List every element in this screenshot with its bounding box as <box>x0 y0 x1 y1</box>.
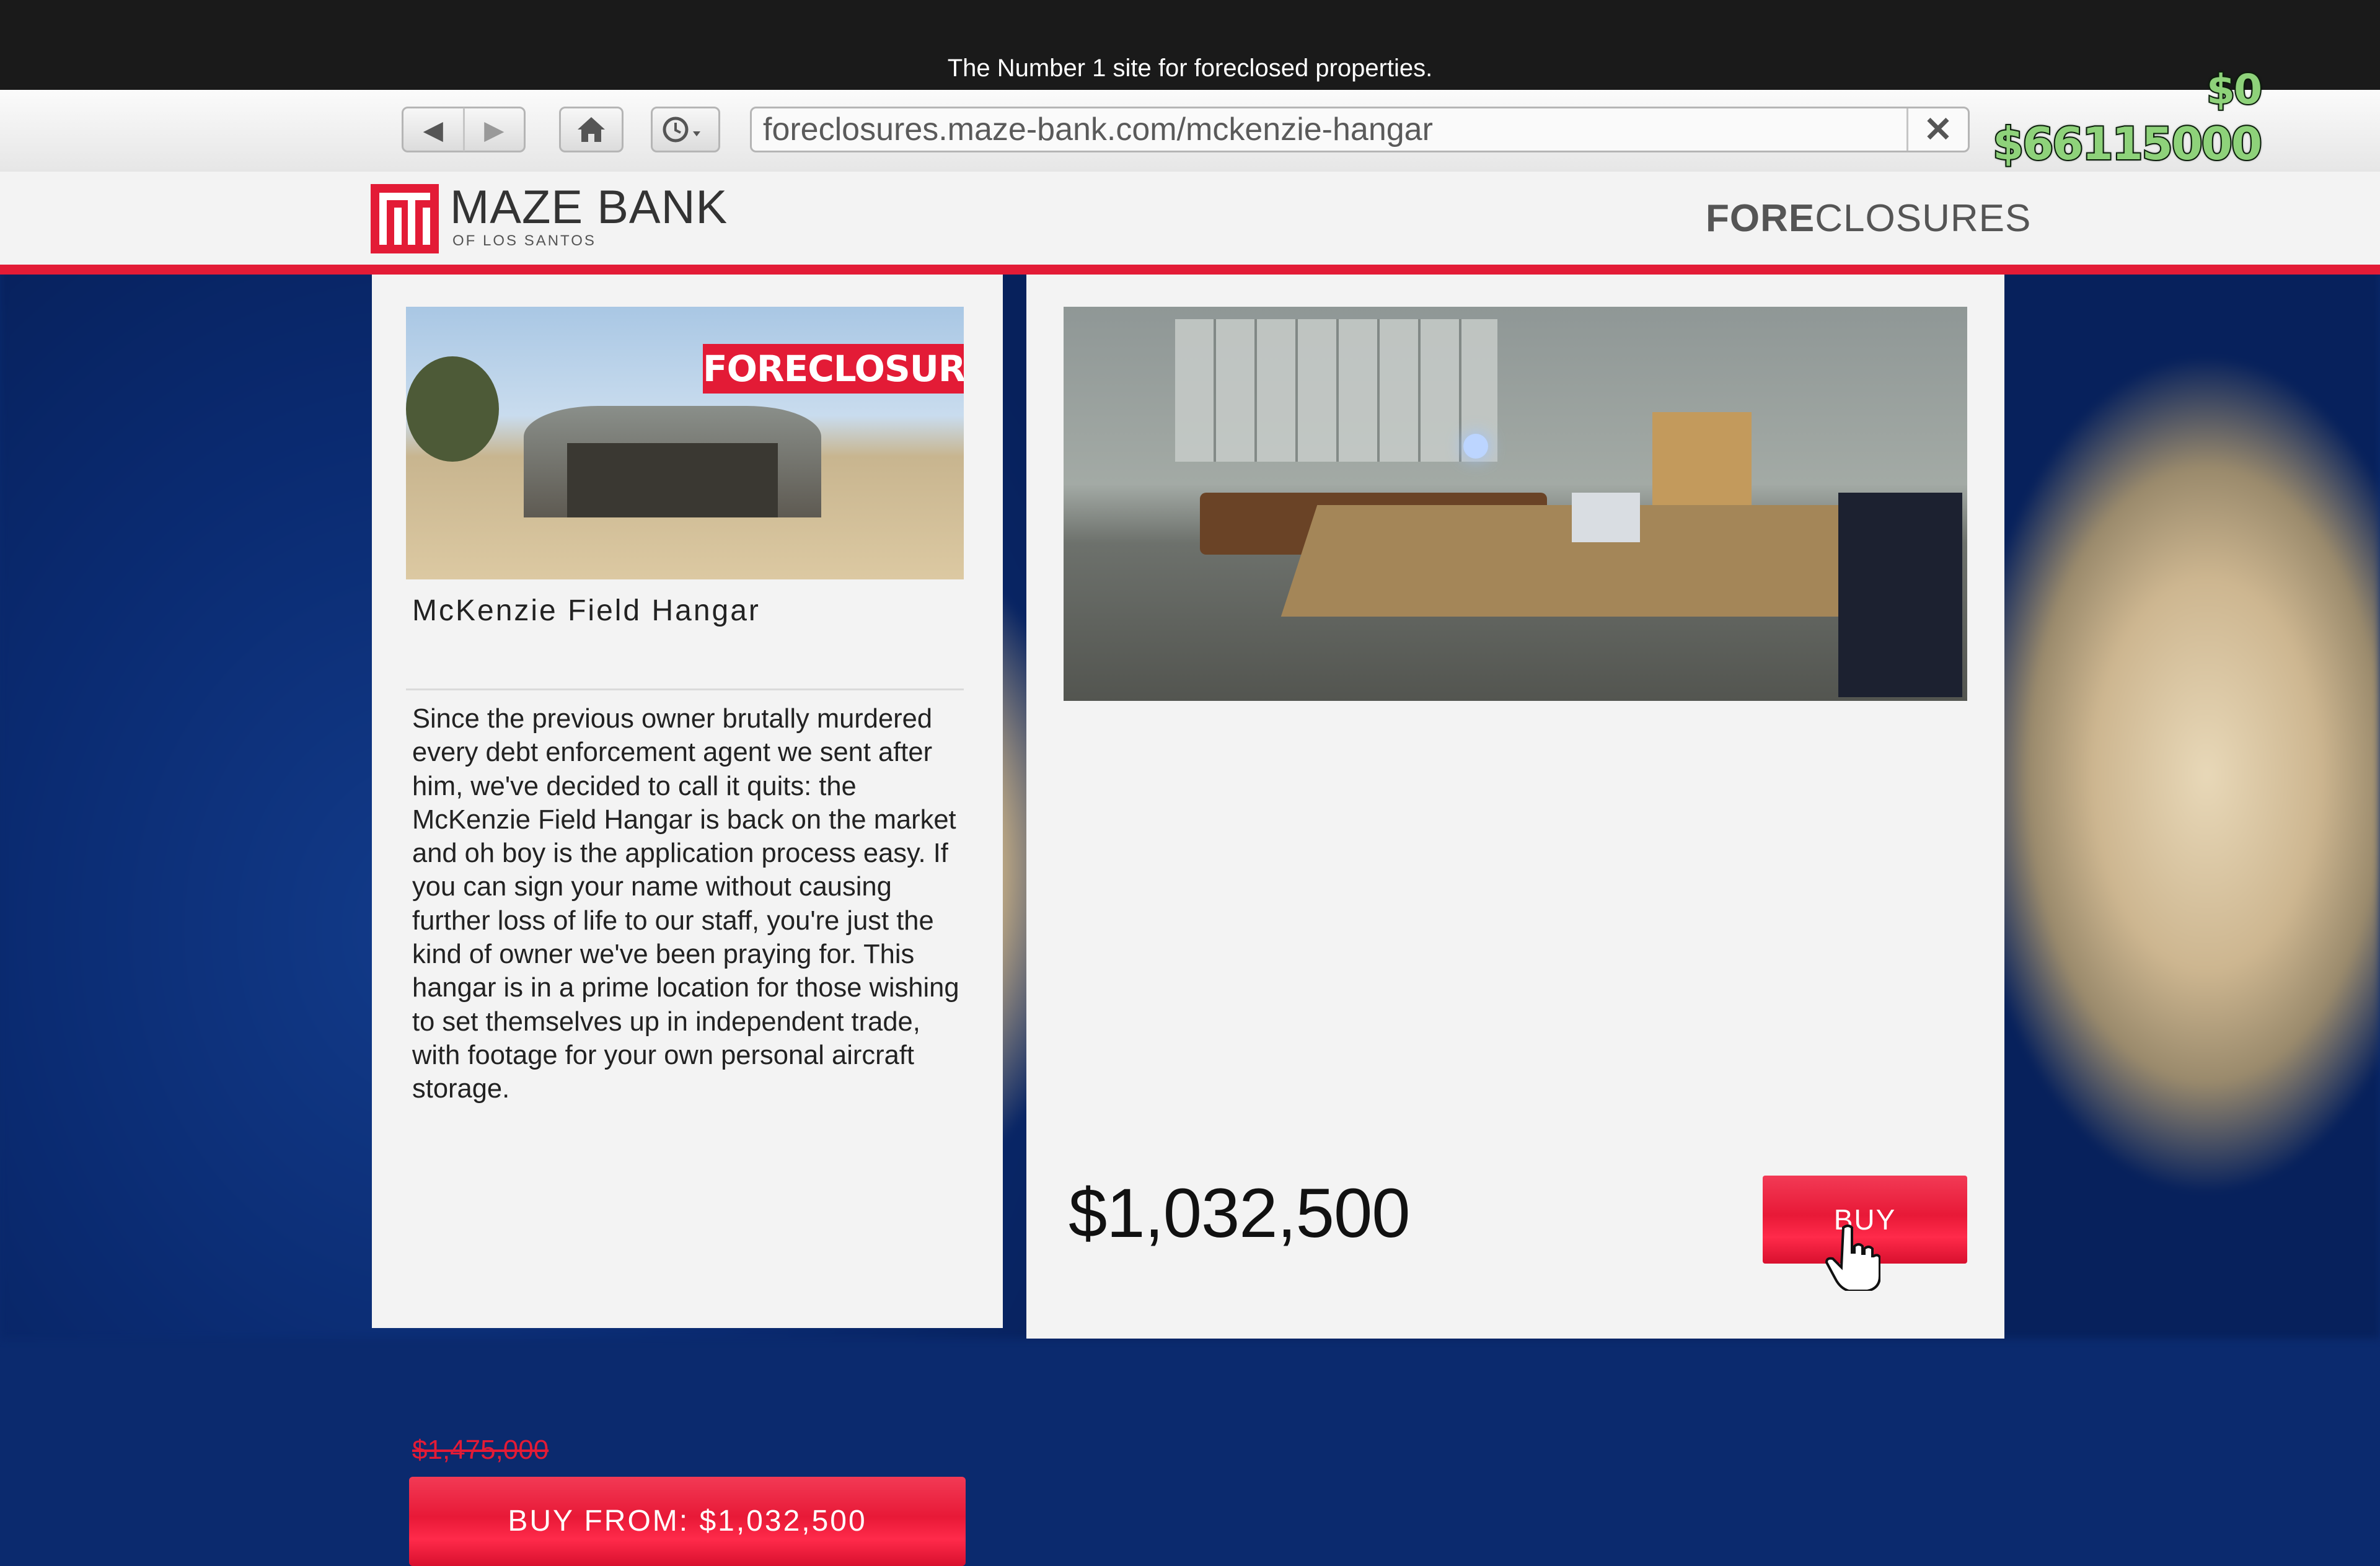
address-bar[interactable]: foreclosures.maze-bank.com/mckenzie-hang… <box>750 107 1970 152</box>
url-text: foreclosures.maze-bank.com/mckenzie-hang… <box>763 112 1433 147</box>
logo-subtitle: OF LOS SANTOS <box>452 232 596 249</box>
original-price: $1,475,000 <box>412 1435 549 1465</box>
top-bar: The Number 1 site for foreclosed propert… <box>0 0 2380 90</box>
site-tagline: The Number 1 site for foreclosed propert… <box>947 55 1433 82</box>
logo-name: MAZE BANK <box>450 181 728 234</box>
property-details-panel: FORECLOSURE McKenzie Field Hangar Since … <box>372 275 1003 1566</box>
section-title-bold: FORE <box>1706 197 1815 240</box>
history-button[interactable] <box>651 107 720 152</box>
interior-photo <box>1064 307 1967 701</box>
foreclosure-banner: FORECLOSURE <box>703 344 964 394</box>
divider <box>406 688 964 690</box>
maze-bank-logo-icon[interactable] <box>371 184 439 253</box>
sale-price: $1,032,500 <box>1069 1174 1411 1252</box>
nav-button-group: ◀ ▶ <box>402 107 526 152</box>
property-gallery-panel: $1,032,500 BUY <box>1026 275 2004 1339</box>
history-icon <box>663 117 700 143</box>
home-icon <box>578 117 605 142</box>
section-title-rest: CLOSURES <box>1815 197 2032 240</box>
property-name: McKenzie Field Hangar <box>412 594 760 627</box>
buy-from-button[interactable]: BUY FROM: $1,032,500 <box>409 1477 966 1566</box>
property-description: Since the previous owner brutally murder… <box>412 704 959 1104</box>
section-title[interactable]: FORECLOSURES <box>1706 196 2031 240</box>
cash-change-hud: $0 <box>2205 64 2263 115</box>
close-icon[interactable]: ✕ <box>1906 108 1968 151</box>
home-button[interactable] <box>559 107 624 152</box>
forward-icon[interactable]: ▶ <box>465 115 524 145</box>
site-header: MAZE BANK OF LOS SANTOS FORECLOSURES <box>0 172 2380 275</box>
hand-cursor-icon <box>1825 1225 1880 1291</box>
bank-balance-hud: $66115000 <box>1991 117 2263 171</box>
property-thumbnail: FORECLOSURE <box>406 307 964 579</box>
back-icon[interactable]: ◀ <box>403 115 463 145</box>
